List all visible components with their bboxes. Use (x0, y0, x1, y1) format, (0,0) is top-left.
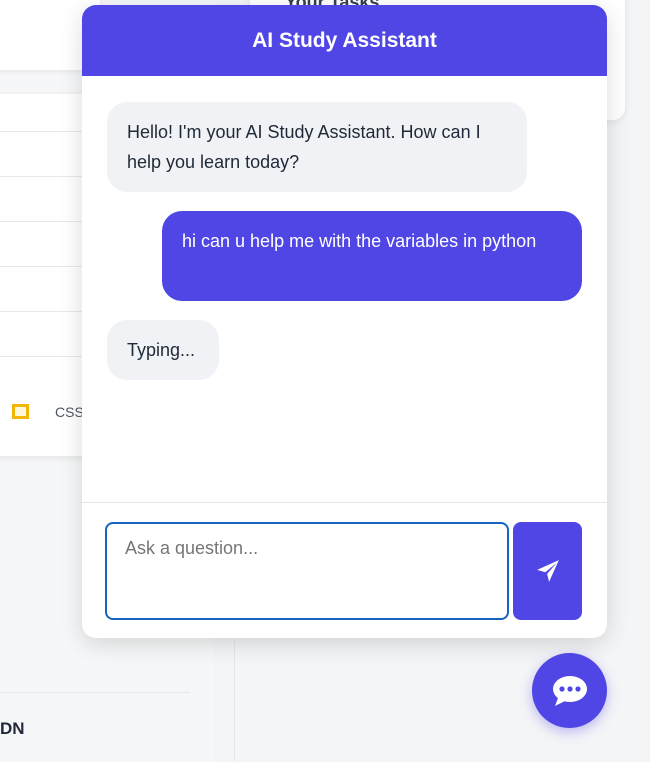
question-input[interactable] (105, 522, 509, 620)
background-bottom-text: DN (0, 719, 25, 738)
user-message: hi can u help me with the variables in p… (162, 211, 582, 301)
legend-swatch-css (12, 404, 29, 419)
chat-input-area (82, 502, 607, 638)
background-divider (0, 692, 190, 693)
typing-indicator: Typing... (107, 320, 219, 380)
chat-bubble-icon (552, 675, 587, 706)
paper-plane-icon (536, 560, 559, 582)
bot-message: Hello! I'm your AI Study Assistant. How … (107, 102, 527, 192)
legend-label-css: CSS (55, 404, 84, 420)
chat-toggle-button[interactable] (532, 653, 607, 728)
chat-window: AI Study Assistant Hello! I'm your AI St… (82, 5, 607, 638)
message-list[interactable]: Hello! I'm your AI Study Assistant. How … (82, 76, 607, 502)
chat-header: AI Study Assistant (82, 5, 607, 76)
chat-title: AI Study Assistant (252, 28, 437, 52)
send-button[interactable] (513, 522, 582, 620)
